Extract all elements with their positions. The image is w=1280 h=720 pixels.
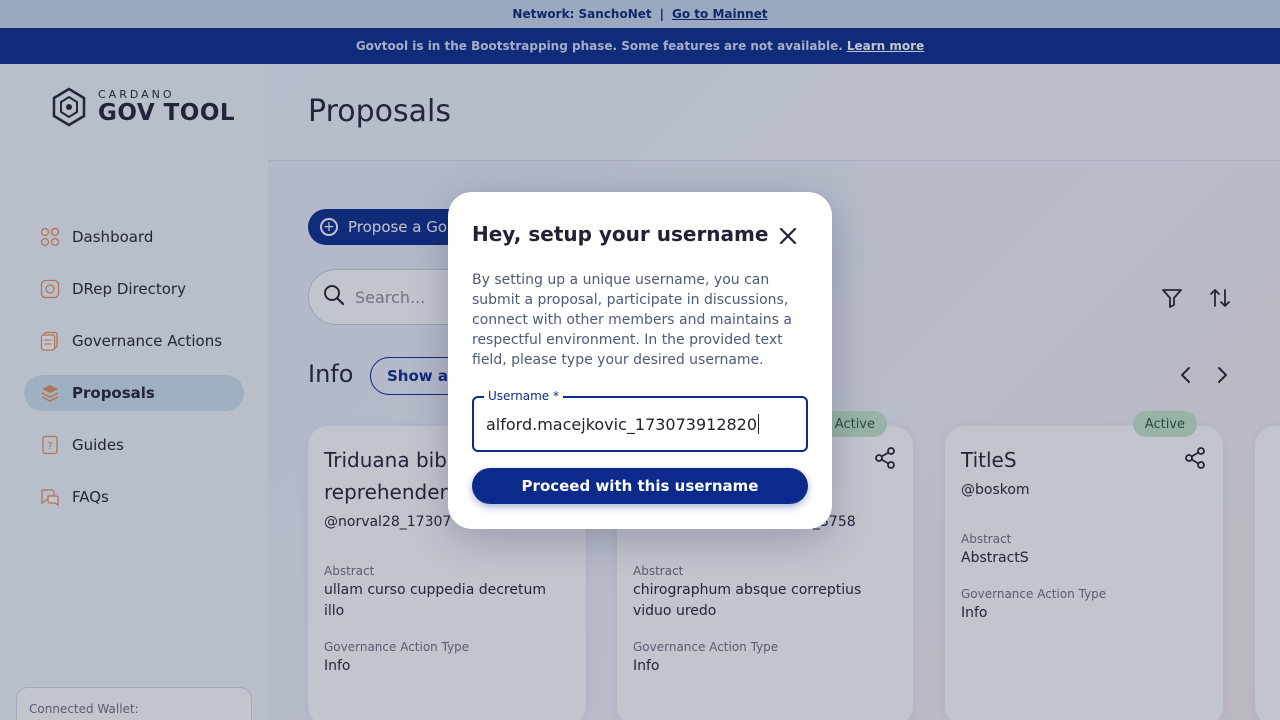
- modal-description: By setting up a unique username, you can…: [472, 272, 792, 368]
- username-field-value: alford.macejkovic_173073912820: [486, 414, 758, 434]
- modal-title: Hey, setup your username: [472, 222, 769, 246]
- text-caret: [758, 414, 760, 434]
- username-field[interactable]: Username * alford.macejkovic_17307391282…: [472, 389, 808, 452]
- username-setup-modal: Hey, setup your username By setting up a…: [448, 192, 832, 529]
- close-icon[interactable]: [776, 224, 800, 248]
- username-field-label: Username *: [484, 389, 563, 403]
- proceed-button[interactable]: Proceed with this username: [472, 468, 808, 504]
